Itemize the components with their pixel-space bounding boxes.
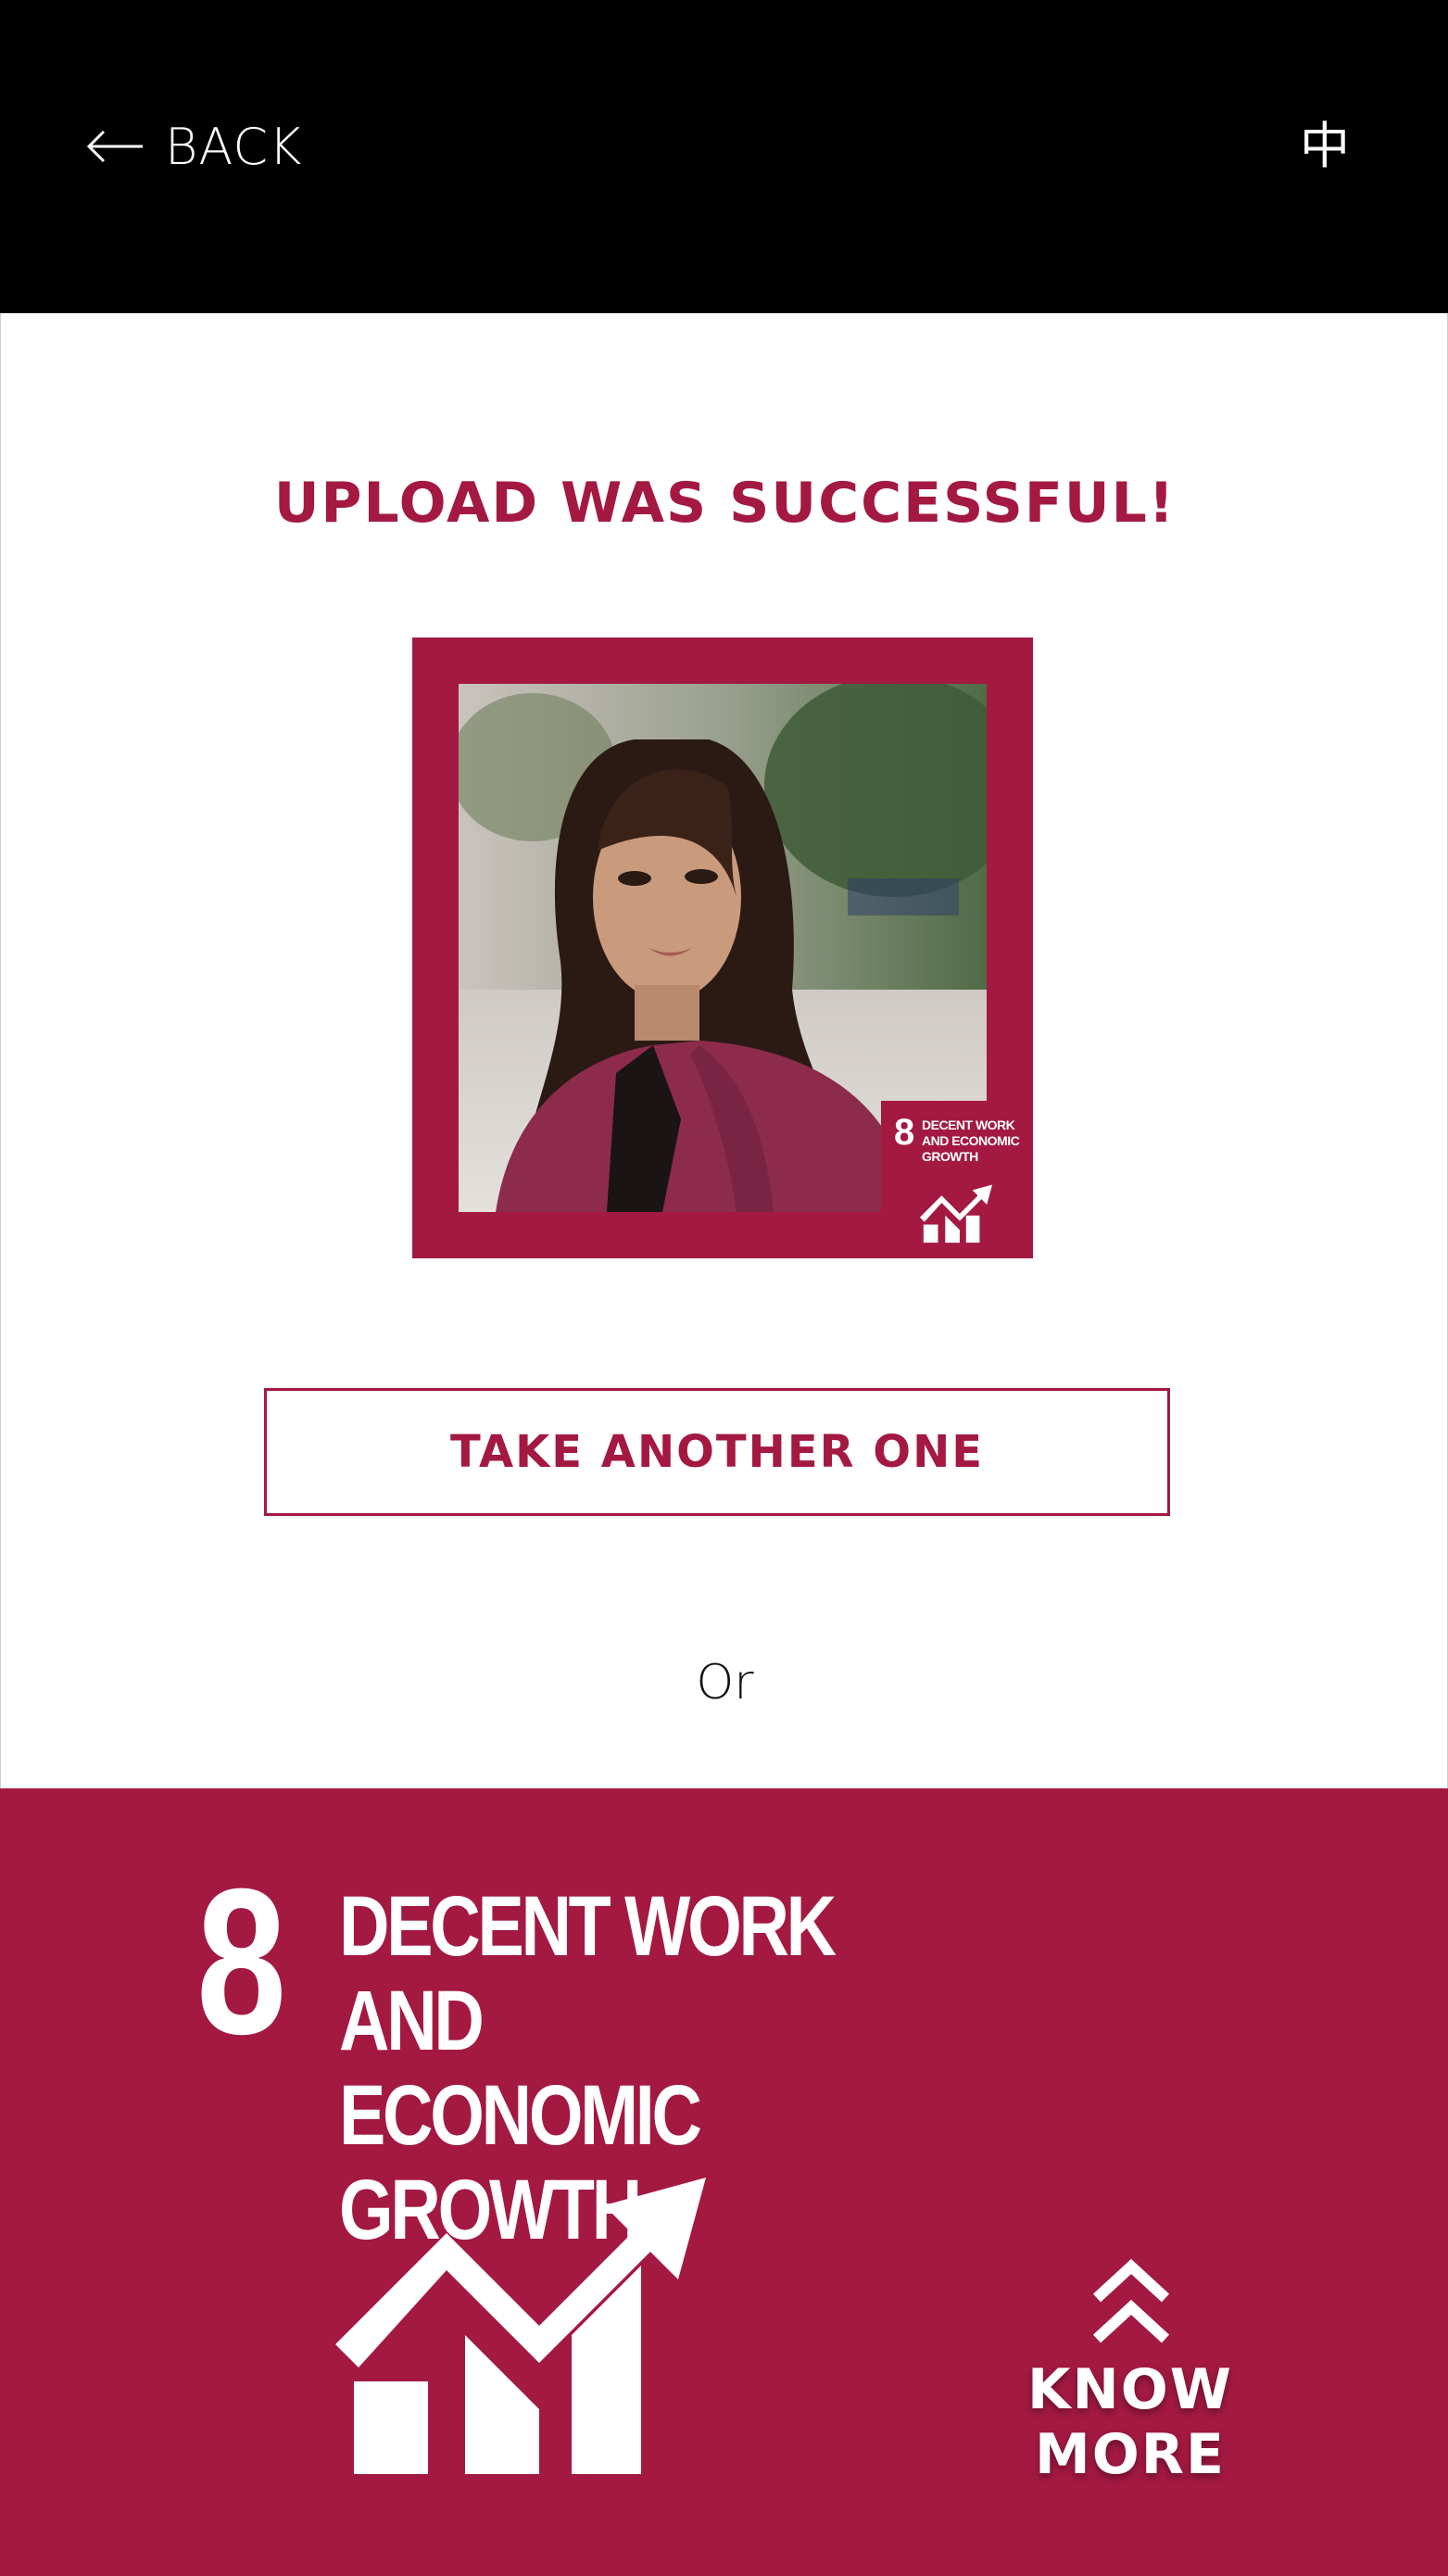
goal-badge-small: 8 DECENT WORK AND ECONOMIC GROWTH	[881, 1101, 1033, 1258]
goal-badge-text: DECENT WORK AND ECONOMIC GROWTH	[922, 1118, 1020, 1164]
framed-photo: 8 DECENT WORK AND ECONOMIC GROWTH	[412, 638, 1033, 1258]
language-toggle[interactable]: 中	[1297, 109, 1353, 183]
or-separator: Or	[696, 1655, 754, 1711]
growth-chart-icon	[919, 1184, 993, 1244]
know-more-button[interactable]: KNOW MORE	[936, 2254, 1325, 2487]
growth-chart-icon	[335, 2178, 706, 2474]
upload-result-section: UPLOAD WAS SUCCESSFUL! 8 DECENT WORK AND…	[0, 313, 1448, 1788]
know-more-label: KNOW MORE	[1027, 2357, 1233, 2487]
double-chevron-up-icon	[1092, 2258, 1170, 2343]
back-label: BACK	[165, 117, 303, 176]
page-title: UPLOAD WAS SUCCESSFUL!	[273, 471, 1177, 536]
goal-number: 8	[196, 1846, 287, 2077]
goal-badge-number: 8	[894, 1112, 915, 1153]
goal-panel: 8 DECENT WORK AND ECONOMIC GROWTH KNOW M…	[0, 1788, 1448, 2576]
top-bar: BACK 中	[0, 0, 1448, 313]
goal-title-line-1: DECENT WORK AND	[339, 1879, 837, 2068]
arrow-left-icon	[86, 130, 143, 163]
back-button[interactable]: BACK	[85, 109, 302, 183]
take-another-button[interactable]: TAKE ANOTHER ONE	[264, 1388, 1170, 1516]
